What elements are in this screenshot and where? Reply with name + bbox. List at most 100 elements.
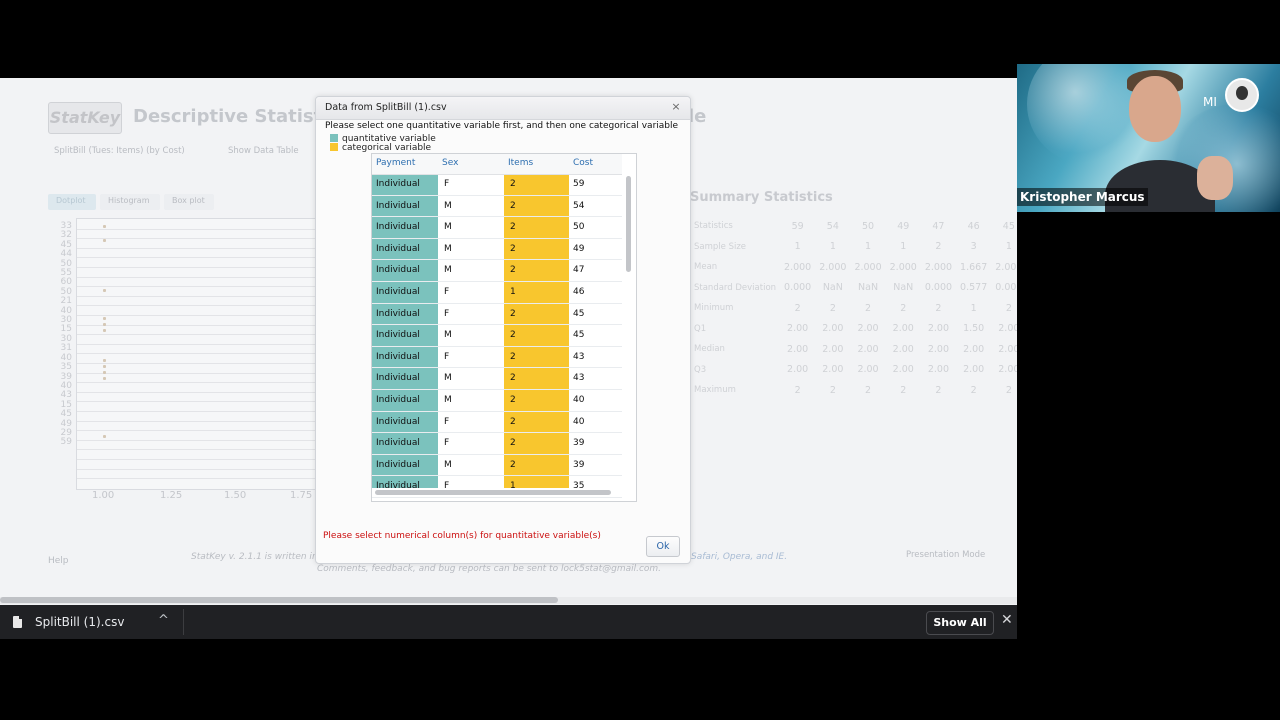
chevron-up-icon[interactable]: ^ xyxy=(158,613,169,628)
cell-items: 2 xyxy=(510,222,516,233)
downloaded-file-name[interactable]: SplitBill (1).csv xyxy=(35,615,124,629)
summary-cell: 1 xyxy=(794,241,801,253)
column-header-payment[interactable]: Payment xyxy=(376,158,415,168)
cell-sex: M xyxy=(444,243,452,254)
cell-sex: M xyxy=(444,394,452,405)
table-row[interactable]: Individual M 2 43 xyxy=(372,368,622,390)
summary-cell: 0.000 xyxy=(924,282,953,294)
summary-cell: 2.000 xyxy=(924,261,953,273)
ok-button[interactable]: Ok xyxy=(646,536,680,557)
cell-sex: M xyxy=(444,373,452,384)
summary-statistics-table: Statistics5954504947464543Sample Size111… xyxy=(690,216,1017,401)
close-icon[interactable]: ✕ xyxy=(1001,612,1013,628)
column-header-cost[interactable]: Cost xyxy=(573,158,593,168)
table-row[interactable]: Individual F 2 39 xyxy=(372,433,622,455)
dialog-titlebar[interactable]: Data from SplitBill (1).csv × xyxy=(316,97,690,120)
cell-cost: 54 xyxy=(573,200,585,211)
column-header-sex[interactable]: Sex xyxy=(442,158,458,168)
summary-cell: 2.00 xyxy=(857,323,879,335)
summary-cell: 2 xyxy=(900,384,907,396)
summary-cell: 2.00 xyxy=(787,323,809,335)
summary-cell: 2 xyxy=(794,384,801,396)
help-button[interactable]: Help xyxy=(48,556,69,566)
summary-cell: 2 xyxy=(1005,384,1012,396)
cell-payment: Individual xyxy=(376,330,420,341)
cell-sex: M xyxy=(444,200,452,211)
summary-cell: 2.00 xyxy=(822,343,844,355)
data-grid: Payment Sex Items Cost Individual F 2 59 Ind… xyxy=(371,153,637,502)
close-icon[interactable]: × xyxy=(670,101,682,113)
summary-cell: 2 xyxy=(935,241,942,253)
table-row[interactable]: Individual F 2 45 xyxy=(372,304,622,326)
summary-row: Mean2.0002.0002.0002.0002.0001.6672.0002 xyxy=(690,257,1017,278)
cell-sex: F xyxy=(444,351,450,362)
summary-cell: NaN xyxy=(858,282,879,294)
grid-vertical-scrollbar[interactable] xyxy=(626,176,631,272)
tab-histogram[interactable]: Histogram xyxy=(100,194,160,210)
summary-cell: 1.50 xyxy=(963,323,985,335)
table-row[interactable]: Individual M 2 39 xyxy=(372,455,622,477)
column-header-items[interactable]: Items xyxy=(508,158,533,168)
table-row[interactable]: Individual M 2 49 xyxy=(372,239,622,261)
cell-items: 2 xyxy=(510,373,516,384)
quantitative-swatch xyxy=(330,134,338,142)
summary-row: Standard Deviation 0.000 NaN NaN NaN 0.000 0.5… xyxy=(690,278,1017,299)
dotplot-dot xyxy=(103,371,106,374)
grid-horizontal-scrollbar[interactable] xyxy=(375,490,611,495)
cell-payment: Individual xyxy=(376,200,420,211)
dialog-title: Data from SplitBill (1).csv xyxy=(325,102,447,113)
summary-cell: 2.000 xyxy=(995,261,1017,273)
page-horizontal-scrollbar-thumb[interactable] xyxy=(0,597,558,603)
cell-items: 1 xyxy=(510,286,516,297)
show-data-table-button[interactable]: Show Data Table xyxy=(228,146,299,156)
summary-statistics-title: Summary Statistics xyxy=(690,190,833,205)
table-row[interactable]: Individual F 2 59 xyxy=(372,174,622,196)
table-row[interactable]: Individual M 2 54 xyxy=(372,196,622,218)
cell-cost: 47 xyxy=(573,265,585,276)
summary-cell: 2 xyxy=(829,302,836,314)
summary-cell: 2.00 xyxy=(787,364,809,376)
summary-row-label: Mean xyxy=(694,262,718,273)
footer-browsers: Safari, Opera, and IE. xyxy=(691,552,788,562)
summary-cell: 1.667 xyxy=(960,261,988,273)
summary-cell: 2.000 xyxy=(854,261,882,273)
table-row[interactable]: Individual M 2 50 xyxy=(372,217,622,239)
table-row[interactable]: Individual F 2 43 xyxy=(372,347,622,369)
table-row[interactable]: Individual M 2 45 xyxy=(372,325,622,347)
summary-cell: 46 xyxy=(967,220,980,232)
summary-cell: 45 xyxy=(1002,220,1015,232)
cell-payment: Individual xyxy=(376,222,420,233)
tab-dotplot[interactable]: Dotplot xyxy=(48,194,96,210)
summary-row: Median2.002.002.002.002.002.002.002 xyxy=(690,339,1017,360)
show-all-button[interactable]: Show All xyxy=(926,611,994,635)
table-row[interactable]: Individual M 2 40 xyxy=(372,390,622,412)
cell-payment: Individual xyxy=(376,308,420,319)
dataset-selector[interactable]: SplitBill (Tues: Items) (by Cost) xyxy=(54,146,185,156)
x-tick-2: 1.25 xyxy=(160,490,183,501)
presentation-mode-button[interactable]: Presentation Mode xyxy=(906,550,985,560)
summary-row-label: Statistics xyxy=(694,221,733,232)
summary-cell: 2.00 xyxy=(787,343,809,355)
dotplot-dot xyxy=(103,435,106,438)
dotplot-dot xyxy=(103,317,106,320)
tab-boxplot[interactable]: Box plot xyxy=(164,194,214,210)
cell-sex: F xyxy=(444,286,450,297)
table-row[interactable]: Individual F 2 40 xyxy=(372,412,622,434)
summary-cell: 1 xyxy=(900,241,907,253)
table-row[interactable]: Individual M 2 47 xyxy=(372,260,622,282)
cell-cost: 50 xyxy=(573,222,585,233)
cell-sex: F xyxy=(444,179,450,189)
summary-row-label: Sample Size xyxy=(694,241,747,252)
cell-sex: F xyxy=(444,438,450,449)
legend-categorical: categorical variable xyxy=(330,143,431,153)
summary-cell: 3 xyxy=(970,241,977,253)
summary-cell: 2 xyxy=(970,384,977,396)
summary-row-label: Q3 xyxy=(694,364,707,375)
summary-row: Minimum 2 2 2 2 2 1 2 xyxy=(690,298,1017,319)
summary-row-label: Median xyxy=(694,344,725,355)
summary-cell: 2.00 xyxy=(822,323,844,335)
table-row[interactable]: Individual F 1 46 xyxy=(372,282,622,304)
x-tick-1: 1.00 xyxy=(92,490,115,501)
dotplot-y-axis: 33 32 45 44 50 55 60 50 21 40 30 15 30 31 40 35 39 40 43 15… xyxy=(52,221,72,448)
summary-cell: 49 xyxy=(897,220,910,232)
